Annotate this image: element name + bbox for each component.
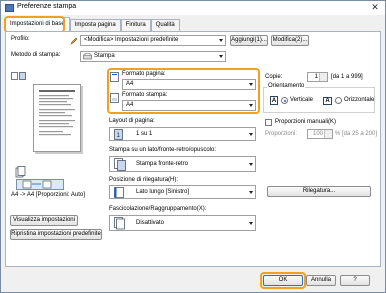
duplex-select[interactable]: Stampa fronte-retro [109, 156, 256, 172]
output-size-label: Formato stampa: [122, 92, 168, 98]
title-bar: Preferenze stampa ✕ [1, 1, 385, 15]
binding-settings-button[interactable]: Rilegatura... [267, 186, 371, 197]
printer-icon [5, 4, 14, 12]
window-title: Preferenze stampa [17, 3, 77, 10]
profile-label: Profilo: [11, 36, 30, 42]
restore-defaults-button[interactable]: Ripristina impostazioni predefinite [10, 229, 102, 240]
output-method-label: Metodo di stampa: [11, 52, 61, 58]
duplex-label: Stampa su un lato/fronte-retro/opuscolo: [109, 147, 217, 153]
duplex-pages-icon [22, 180, 52, 189]
landscape-label: Orizzontale [344, 97, 375, 103]
duplex-preview-strip [16, 179, 64, 190]
binding-icon [114, 187, 124, 198]
layout-1up-icon: 1 [114, 129, 123, 140]
portrait-icon: A [270, 96, 278, 105]
duplex-icon [114, 158, 126, 171]
edit-profile-button[interactable]: Modifica(2)... [271, 35, 309, 46]
profile-select[interactable]: <Modifica> Impostazioni predefinite [80, 35, 226, 46]
cancel-button[interactable]: Annulla [306, 275, 336, 286]
output-size-select[interactable]: A4 [122, 100, 256, 111]
scaling-spinner[interactable]: 100 [307, 129, 333, 139]
tab-basic-settings[interactable]: Impostazioni di base [5, 17, 70, 31]
page-preview [33, 84, 81, 152]
portrait-radio[interactable] [281, 97, 288, 104]
tab-finishing[interactable]: Finitura [120, 19, 151, 31]
copies-label: Copie: [265, 74, 283, 80]
page-size-label: Formato pagina: [122, 71, 166, 77]
ok-button[interactable]: OK [263, 275, 303, 286]
page-view-icon[interactable] [11, 72, 27, 80]
page-size-select[interactable]: A4 [122, 79, 256, 90]
copies-spinner[interactable]: 1 [307, 72, 328, 82]
basic-settings-panel: Profilo: <Modifica> Impostazioni predefi… [5, 31, 381, 267]
output-method-select[interactable]: Stampa [80, 51, 226, 62]
pencil-icon [70, 37, 78, 45]
page-layout-label: Layout di pagina: [109, 118, 155, 124]
scaling-label: Proporzioni: [265, 131, 298, 137]
portrait-label: Verticale [290, 97, 314, 103]
page-layout-select[interactable]: 1 1 su 1 [109, 127, 256, 141]
orientation-label: Orientamento [267, 83, 306, 89]
collate-icon [114, 217, 125, 230]
view-settings-button[interactable]: Visualizza impostazioni [10, 215, 78, 226]
add-profile-button[interactable]: Aggiungi(1)... [230, 35, 268, 46]
copies-range: [da 1 a 999] [331, 74, 363, 80]
help-button[interactable]: ? [340, 275, 370, 286]
tab-page-setup[interactable]: Imposta pagina [69, 19, 121, 31]
landscape-icon: A [323, 97, 332, 105]
close-icon[interactable]: ✕ [368, 2, 382, 13]
preview-text-lines [39, 90, 75, 136]
manual-scaling-checkbox[interactable] [265, 119, 272, 126]
collate-label: Fascicolazione/Raggruppamento(X): [109, 206, 207, 212]
printing-preferences-window: Preferenze stampa ✕ Impostazioni di base… [0, 0, 386, 293]
tab-quality[interactable]: Qualità [150, 19, 180, 31]
binding-select[interactable]: Lato lungo [Sinistro] [109, 185, 256, 199]
output-size-icon [110, 93, 119, 103]
page-size-icon [110, 72, 119, 82]
binding-label: Posizione di rilegatura(H): [109, 177, 179, 183]
stapler-icon [15, 166, 26, 178]
landscape-radio[interactable] [335, 97, 342, 104]
manual-scaling-label: Proporzioni manuali(K) [275, 119, 337, 125]
collate-select[interactable]: Disattivato [109, 215, 256, 231]
preview-caption: A4 -> A4 [Proporzioni: Auto] [11, 192, 85, 198]
scaling-range: % [da 25 a 200] [335, 131, 378, 137]
tab-strip: Impostazioni di base Imposta pagina Fini… [5, 17, 180, 31]
printer-small-icon [83, 53, 92, 60]
